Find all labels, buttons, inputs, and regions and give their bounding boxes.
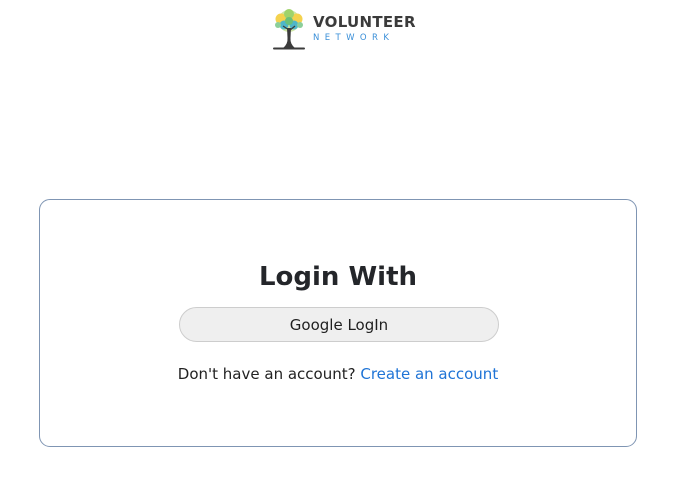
login-card: Login With Google LogIn Don't have an ac…: [39, 199, 637, 447]
signup-prompt-line: Don't have an account? Create an account: [40, 364, 636, 384]
google-login-button[interactable]: Google LogIn: [179, 307, 499, 342]
login-page: VOLUNTEER NETWORK Login With Google LogI…: [0, 0, 681, 500]
brand-text: VOLUNTEER NETWORK: [313, 8, 416, 44]
signup-prompt-text: Don't have an account?: [177, 365, 356, 383]
tree-logo-icon: [273, 9, 305, 50]
brand-header: VOLUNTEER NETWORK: [269, 8, 416, 50]
login-title: Login With: [258, 262, 418, 292]
brand-subtitle: NETWORK: [313, 33, 395, 43]
create-account-link[interactable]: Create an account: [360, 365, 498, 383]
brand-name: VOLUNTEER: [313, 13, 416, 31]
